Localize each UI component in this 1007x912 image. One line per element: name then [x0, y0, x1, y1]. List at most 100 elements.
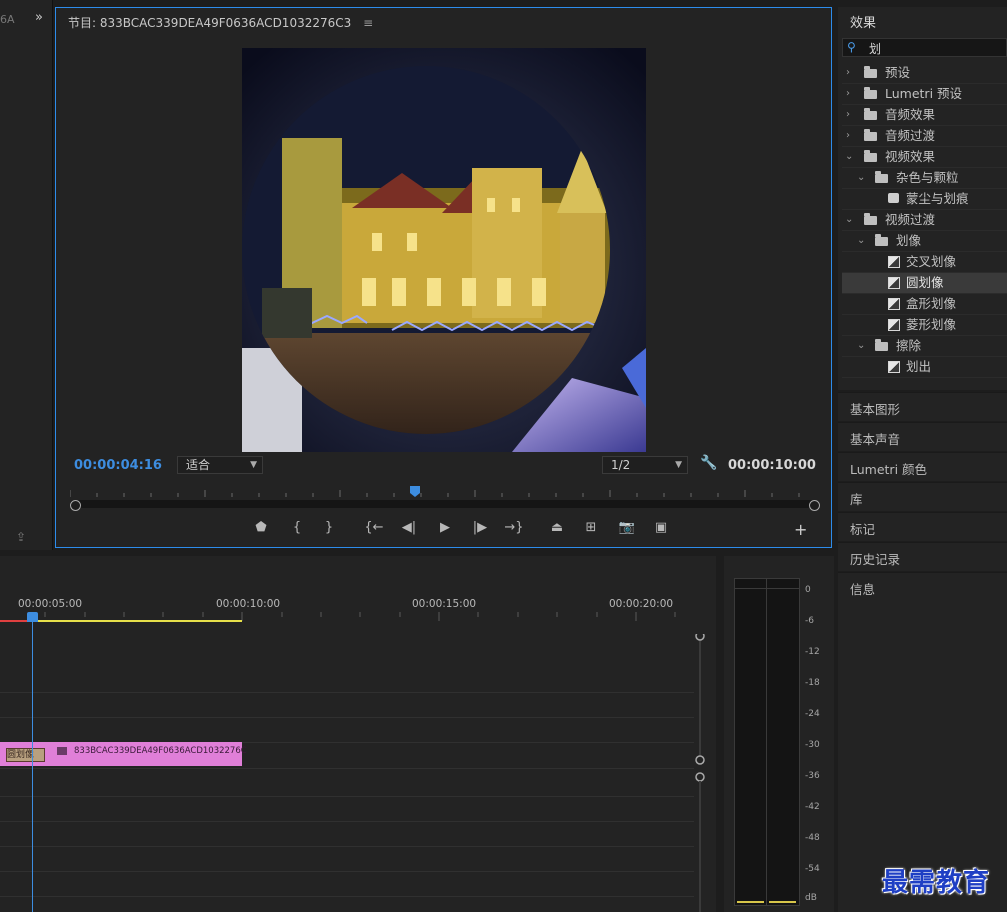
chevron-down-icon[interactable]: ⌄: [857, 231, 867, 251]
video-frame: [242, 48, 646, 452]
chevron-right-icon[interactable]: ›: [846, 126, 856, 146]
zoom-scroll-bar[interactable]: [70, 500, 818, 508]
panel-tab-lumetri-color[interactable]: Lumetri 颜色: [838, 452, 1007, 481]
program-title-text: 节目: 833BCAC339DEA49F0636ACD1032276C3: [68, 16, 352, 30]
panel-menu-icon[interactable]: ≡: [363, 16, 373, 30]
mark-out-icon[interactable]: }: [318, 520, 340, 535]
chevron-down-icon: ▼: [250, 460, 257, 470]
db-label: -54: [805, 864, 820, 874]
step-back-icon[interactable]: ◀|: [398, 520, 420, 535]
transition-icon: [888, 277, 900, 289]
watermark-text: 最需教育: [882, 868, 991, 898]
tree-item-audio-effects[interactable]: › 音频效果: [842, 105, 1007, 126]
chevron-down-icon[interactable]: ⌄: [857, 168, 867, 188]
panel-tab-info[interactable]: 信息: [838, 572, 1007, 601]
tree-item-lumetri-presets[interactable]: › Lumetri 预设: [842, 84, 1007, 105]
tree-item-dust-scratches[interactable]: 蒙尘与划痕: [842, 189, 1007, 210]
meter-level-right: [769, 901, 796, 903]
tree-item-label: 音频过渡: [885, 128, 936, 143]
tree-item-label: 擦除: [896, 338, 922, 353]
add-marker-icon[interactable]: ⬟: [250, 520, 272, 535]
db-label: -12: [805, 647, 820, 657]
chevron-right-icon[interactable]: ›: [846, 63, 856, 83]
effects-search-input[interactable]: ⚲ 划: [842, 38, 1007, 57]
tree-item-iris-cross[interactable]: 交叉划像: [842, 252, 1007, 273]
tree-item-wipe-out[interactable]: 划出: [842, 357, 1007, 378]
track-divider: [0, 896, 694, 897]
tree-item-label: Lumetri 预设: [885, 86, 963, 101]
timeline-panel: 00:00:05:00 00:00:10:00 00:00:15:00 00:0…: [0, 556, 716, 912]
scroll-handle-left[interactable]: [70, 500, 81, 511]
panel-tab-label: 历史记录: [850, 552, 901, 567]
step-forward-icon[interactable]: |▶: [469, 520, 491, 535]
ruler-label: 00:00:05:00: [18, 598, 83, 610]
panel-tab-markers[interactable]: 标记: [838, 512, 1007, 541]
tree-item-audio-transitions[interactable]: › 音频过渡: [842, 126, 1007, 147]
folder-icon: [875, 234, 888, 246]
chevron-down-icon[interactable]: ⌄: [857, 336, 867, 356]
extract-icon[interactable]: ⊞: [580, 520, 602, 535]
chevron-down-icon[interactable]: ⌄: [845, 147, 855, 167]
panel-tab-label: Lumetri 颜色: [850, 462, 928, 477]
folder-icon: [864, 213, 877, 225]
video-clip[interactable]: 833BCAC339DEA49F0636ACD1032276C: [45, 742, 247, 766]
go-to-out-icon[interactable]: →}: [503, 520, 525, 535]
comparison-view-icon[interactable]: ▣: [650, 520, 672, 535]
tree-item-iris[interactable]: ⌄ 划像: [842, 231, 1007, 252]
panel-tab-essential-graphics[interactable]: 基本图形: [838, 392, 1007, 421]
panel-tab-libraries[interactable]: 库: [838, 482, 1007, 511]
transition-icon: [888, 298, 900, 310]
panel-tab-essential-sound[interactable]: 基本声音: [838, 422, 1007, 451]
timeline-time-ruler[interactable]: [0, 612, 690, 622]
fit-select[interactable]: 适合 ▼: [177, 456, 263, 474]
tree-item-iris-box[interactable]: 盒形划像: [842, 294, 1007, 315]
play-icon[interactable]: ▶: [434, 520, 456, 535]
db-label: -30: [805, 740, 820, 750]
tree-item-video-effects[interactable]: ⌄ 视频效果: [842, 147, 1007, 168]
effect-icon: [888, 193, 899, 203]
monitor-playhead[interactable]: [410, 486, 420, 497]
tree-item-video-transitions[interactable]: ⌄ 视频过渡: [842, 210, 1007, 231]
mark-in-icon[interactable]: {: [286, 520, 308, 535]
tree-item-iris-round[interactable]: 圆划像: [842, 273, 1007, 294]
current-timecode[interactable]: 00:00:04:16: [74, 458, 162, 473]
timeline-playhead[interactable]: [32, 612, 33, 912]
db-label: -6: [805, 616, 814, 626]
db-label: dB: [805, 893, 817, 903]
resolution-select[interactable]: 1/2 ▼: [602, 456, 688, 474]
tree-item-wipe[interactable]: ⌄ 擦除: [842, 336, 1007, 357]
track-divider: [0, 821, 694, 822]
effects-panel: 效果 ⚲ 划 › 预设 › Lumetri 预设 › 音频效果 › 音频过渡 ⌄: [838, 7, 1007, 390]
tree-item-iris-diamond[interactable]: 菱形划像: [842, 315, 1007, 336]
tree-item-presets[interactable]: › 预设: [842, 63, 1007, 84]
chevron-down-icon[interactable]: ⌄: [845, 210, 855, 230]
audio-meter-panel: 0 -6 -12 -18 -24 -30 -36 -42 -48 -54 dB: [724, 556, 834, 912]
export-icon[interactable]: ⇪: [16, 530, 26, 544]
camera-icon[interactable]: 📷: [616, 520, 638, 535]
search-value: 划: [869, 42, 882, 56]
lift-icon[interactable]: ⏏: [546, 520, 568, 535]
left-panel-stub: 6A » ⇪: [0, 0, 53, 550]
go-to-in-icon[interactable]: {←: [363, 520, 385, 535]
add-button-icon[interactable]: +: [794, 520, 807, 539]
left-panel-cut-text: 6A: [0, 13, 15, 26]
tree-item-label: 音频效果: [885, 107, 936, 122]
transport-controls: ⬟ { } {← ◀| ▶ |▶ →} ⏏ ⊞ 📷 ▣: [246, 520, 676, 540]
monitor-time-ruler[interactable]: [70, 486, 818, 498]
panel-overflow-icon[interactable]: »: [35, 10, 43, 25]
folder-icon: [875, 339, 888, 351]
track-divider: [0, 796, 694, 797]
transition-clip[interactable]: 圆划像: [0, 742, 45, 766]
db-label: 0: [805, 585, 811, 595]
wrench-icon[interactable]: 🔧: [700, 455, 717, 471]
meter-level-left: [737, 901, 764, 903]
tree-item-noise-grain[interactable]: ⌄ 杂色与颗粒: [842, 168, 1007, 189]
panel-tab-label: 信息: [850, 582, 876, 597]
db-label: -42: [805, 802, 820, 812]
preset-folder-icon: [864, 66, 877, 78]
panel-tab-history[interactable]: 历史记录: [838, 542, 1007, 571]
scroll-handle-right[interactable]: [809, 500, 820, 511]
timeline-vertical-scrollbar[interactable]: [694, 634, 706, 912]
chevron-right-icon[interactable]: ›: [846, 105, 856, 125]
chevron-right-icon[interactable]: ›: [846, 84, 856, 104]
